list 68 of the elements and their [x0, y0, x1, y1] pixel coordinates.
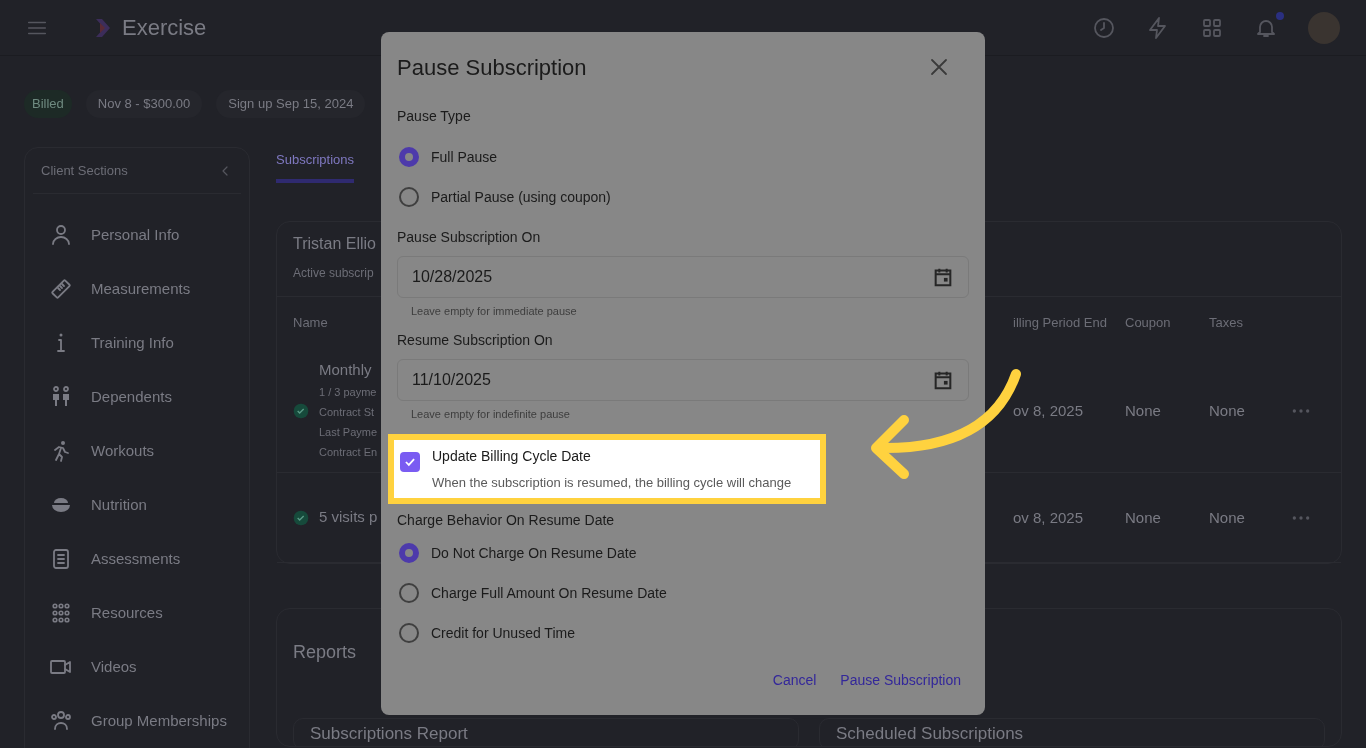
date-field[interactable]: 11/10/2025 — [397, 358, 969, 401]
ruler-icon — [49, 277, 73, 301]
field-hint: Leave empty for indefinite pause — [411, 406, 570, 422]
radio-option[interactable]: Credit for Unused Time — [397, 613, 575, 653]
sidebar-item[interactable]: Training Info — [25, 316, 249, 370]
checkbox[interactable] — [400, 452, 420, 472]
column-header: Name — [293, 315, 328, 331]
radio-option[interactable]: Partial Pause (using coupon) — [397, 177, 611, 217]
reports-title: Reports — [293, 641, 357, 664]
column-header: Taxes — [1209, 315, 1243, 331]
subscription-name: 5 visits p — [319, 507, 378, 528]
clock-icon — [1092, 15, 1116, 40]
field-label: Charge Behavior On Resume Date — [397, 511, 615, 530]
radio-button[interactable] — [399, 543, 419, 563]
checkbox-label: Update Billing Cycle Date — [432, 447, 591, 466]
column-header: illing Period End — [1013, 315, 1107, 331]
app-name: Exercise — [122, 14, 207, 42]
calendar-icon — [932, 266, 954, 288]
sidebar-item[interactable]: Measurements — [25, 262, 249, 316]
field-label: Pause Subscription On — [397, 228, 541, 247]
table-cell: None — [1209, 508, 1245, 526]
sidebar-item[interactable]: Personal Info — [25, 208, 249, 262]
dialog-title: Pause Subscription — [397, 53, 587, 82]
sidebar-title: Client Sections — [41, 161, 128, 180]
subscription-detail: 1 / 3 payme — [319, 384, 377, 400]
sidebar-item[interactable]: Workouts — [25, 424, 249, 478]
dots-grid-icon — [49, 601, 73, 625]
sidebar-item[interactable]: Group Memberships — [25, 694, 249, 748]
date-field[interactable]: 10/28/2025 — [397, 256, 969, 298]
group-icon — [49, 709, 73, 733]
sidebar-item[interactable]: Resources — [25, 586, 249, 640]
radio-option[interactable]: Charge Full Amount On Resume Date — [397, 573, 667, 613]
radio-option[interactable]: Full Pause — [397, 137, 498, 177]
column-header: Coupon — [1125, 315, 1171, 331]
sidebar-item[interactable]: Assessments — [25, 532, 249, 586]
radio-button[interactable] — [399, 147, 419, 167]
table-cell: None — [1209, 401, 1245, 419]
sidebar-item[interactable]: Videos — [25, 640, 249, 694]
info-chip: Nov 8 - $300.00 — [85, 90, 203, 118]
tab[interactable]: Subscriptions — [276, 149, 355, 183]
table-cell: None — [1125, 401, 1161, 419]
avatar — [1308, 11, 1340, 44]
subscription-name: Monthly — [319, 360, 372, 381]
sidebar-item[interactable]: Nutrition — [25, 478, 249, 532]
person-icon — [49, 223, 73, 247]
field-label: Resume Subscription On — [397, 330, 553, 350]
more-options-icon — [1291, 513, 1311, 522]
dialog-button[interactable]: Cancel — [772, 670, 817, 691]
subscription-detail: Contract En — [319, 444, 378, 460]
radio-option[interactable]: Do Not Charge On Resume Date — [397, 533, 637, 573]
field-hint: Leave empty for immediate pause — [411, 304, 577, 319]
info-chip: Sign up Sep 15, 2024 — [216, 90, 366, 118]
client-name: Tristan Ellio — [293, 234, 376, 254]
status-chip: Billed — [24, 90, 72, 118]
field-label: Pause Type — [397, 107, 471, 126]
radio-button[interactable] — [399, 623, 419, 643]
table-cell: ov 8, 2025 — [1013, 401, 1084, 419]
radio-button[interactable] — [399, 583, 419, 603]
sidebar-item[interactable]: Dependents — [25, 370, 249, 424]
subscription-detail: Last Payme — [319, 424, 378, 440]
radio-button[interactable] — [399, 187, 419, 207]
checkbox-description: When the subscription is resumed, the billing cycle will change — [432, 474, 792, 492]
more-options-icon — [1291, 406, 1311, 415]
table-cell: ov 8, 2025 — [1013, 508, 1084, 526]
card-subtitle: Active subscrip — [293, 265, 374, 282]
table-cell: None — [1125, 508, 1161, 526]
subscription-detail: Contract St — [319, 404, 375, 420]
dialog-button[interactable]: Pause Subscription — [840, 670, 961, 691]
